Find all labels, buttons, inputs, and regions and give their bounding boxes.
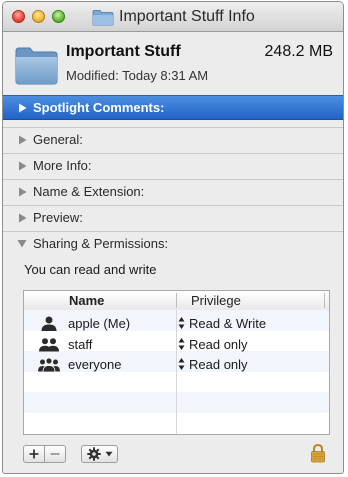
lock-icon[interactable] (310, 443, 326, 463)
column-divider (324, 293, 325, 308)
modified-date: Modified: Today 8:31 AM (66, 68, 209, 83)
file-name: Important Stuff (66, 43, 181, 60)
column-header-privilege[interactable]: Privilege (191, 293, 241, 308)
disclosure-triangle-open-icon[interactable] (17, 239, 27, 249)
large-folder-icon (15, 47, 58, 85)
user-name: everyone (68, 357, 122, 372)
group-icon (39, 337, 59, 351)
section-label: Spotlight Comments: (33, 100, 165, 115)
privilege-popup-arrows-icon[interactable] (178, 337, 185, 351)
window-title-group: Important Stuff Info (92, 6, 255, 28)
section-label: Preview: (33, 210, 83, 225)
disclosure-triangle-icon[interactable] (17, 187, 27, 197)
section-name-extension[interactable]: Name & Extension: (3, 179, 343, 203)
disclosure-triangle-icon[interactable] (17, 213, 27, 223)
everyone-icon (38, 357, 60, 372)
window-title: Important Stuff Info (119, 8, 255, 25)
section-preview[interactable]: Preview: (3, 205, 343, 229)
dropdown-arrow-icon (105, 451, 112, 457)
column-divider (176, 293, 177, 308)
column-header-name[interactable]: Name (69, 293, 104, 308)
close-button[interactable] (12, 10, 25, 23)
file-header: Important Stuff 248.2 MB Modified: Today… (3, 32, 343, 95)
privilege-value[interactable]: Read & Write (189, 316, 266, 331)
table-row[interactable]: apple (Me) Read & Write (24, 313, 329, 334)
privilege-value[interactable]: Read only (189, 337, 248, 352)
remove-user-button[interactable] (44, 445, 66, 463)
disclosure-triangle-icon[interactable] (17, 161, 27, 171)
user-name: staff (68, 336, 93, 352)
user-name: apple (Me) (68, 316, 131, 331)
section-spotlight-comments[interactable]: Spotlight Comments: (3, 95, 343, 120)
section-more-info[interactable]: More Info: (3, 153, 343, 177)
action-menu-button[interactable] (81, 445, 118, 463)
folder-icon (92, 9, 114, 25)
add-user-button[interactable] (23, 445, 45, 463)
section-general[interactable]: General: (3, 127, 343, 151)
plus-icon (29, 449, 39, 459)
permission-summary: You can read and write (24, 262, 157, 277)
info-window: Important Stuff Info Important Stuff 248… (2, 1, 344, 474)
table-row[interactable]: staff Read only (24, 334, 329, 355)
privilege-value[interactable]: Read only (189, 357, 248, 372)
section-label: General: (33, 132, 83, 147)
privilege-popup-arrows-icon[interactable] (178, 357, 185, 371)
section-label: Sharing & Permissions: (33, 236, 169, 251)
section-label: Name & Extension: (33, 184, 145, 199)
table-row[interactable]: everyone Read only (24, 354, 329, 375)
minus-icon (50, 453, 60, 455)
title-bar[interactable]: Important Stuff Info (3, 2, 343, 32)
disclosure-triangle-icon[interactable] (17, 103, 27, 113)
file-size: 248.2 MB (264, 43, 333, 60)
minimize-button[interactable] (32, 10, 45, 23)
section-sharing-permissions[interactable]: Sharing & Permissions: (3, 231, 343, 255)
gear-icon (86, 447, 101, 461)
zoom-button[interactable] (52, 10, 65, 23)
table-header: Name Privilege (24, 291, 329, 311)
permissions-table[interactable]: Name Privilege apple (Me) Read & Write s… (23, 290, 330, 435)
single-user-icon (41, 316, 57, 331)
privilege-popup-arrows-icon[interactable] (178, 316, 185, 330)
section-label: More Info: (33, 158, 92, 173)
disclosure-triangle-icon[interactable] (17, 135, 27, 145)
